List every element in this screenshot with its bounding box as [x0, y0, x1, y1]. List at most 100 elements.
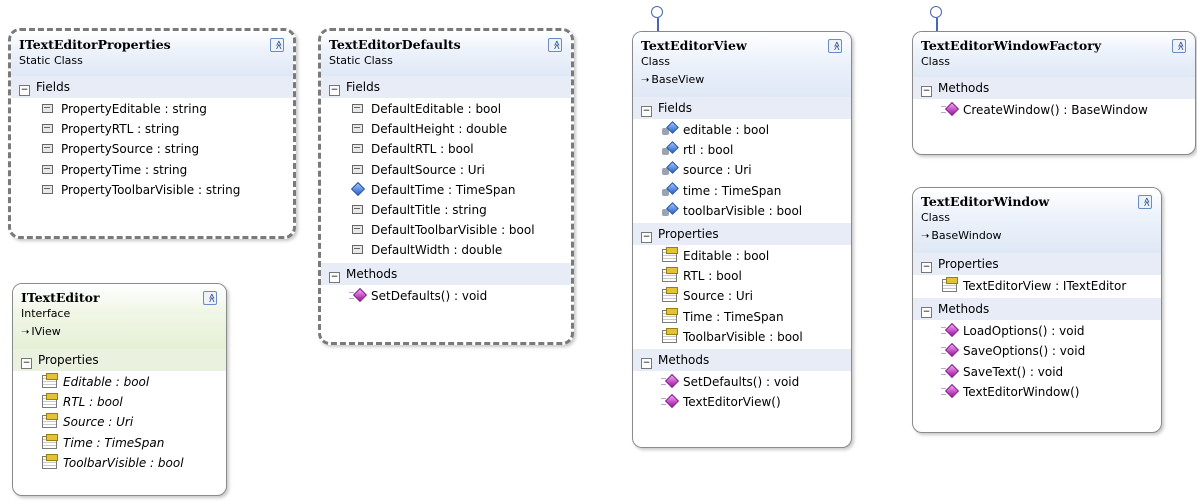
- member-item[interactable]: source : Uri: [633, 160, 851, 180]
- member-label: Editable : bool: [683, 248, 770, 263]
- member-item[interactable]: DefaultTime : TimeSpan: [321, 180, 571, 200]
- member-item[interactable]: ToolbarVisible : bool: [633, 327, 851, 347]
- member-item[interactable]: RTL : bool: [13, 392, 226, 412]
- property-icon: [41, 393, 58, 409]
- class-kind: Class: [641, 55, 670, 68]
- section-header[interactable]: − Fields: [633, 97, 851, 119]
- member-item[interactable]: DefaultToolbarVisible : bool: [321, 220, 571, 240]
- member-item[interactable]: ToolbarVisible : bool: [13, 453, 226, 473]
- collapse-minus-icon[interactable]: −: [921, 86, 932, 97]
- collapse-chevron-icon[interactable]: ≪: [1138, 195, 1152, 209]
- collapse-minus-icon[interactable]: −: [21, 358, 32, 369]
- member-item[interactable]: TextEditorWindow(): [913, 382, 1161, 402]
- private-field-icon: [661, 183, 677, 197]
- member-label: ToolbarVisible : bool: [63, 455, 184, 470]
- constant-field-icon: [39, 141, 55, 155]
- member-item[interactable]: SaveOptions() : void: [913, 341, 1161, 361]
- section-label: Fields: [346, 80, 380, 94]
- member-item[interactable]: PropertyToolbarVisible : string: [11, 180, 293, 200]
- member-item[interactable]: PropertyRTL : string: [11, 119, 293, 139]
- section-header[interactable]: − Fields: [11, 76, 293, 98]
- member-label: SetDefaults() : void: [371, 288, 488, 303]
- class-kind: Interface: [21, 307, 71, 320]
- member-item[interactable]: Time : TimeSpan: [13, 433, 226, 453]
- member-item[interactable]: PropertyEditable : string: [11, 99, 293, 119]
- member-item[interactable]: SaveText() : void: [913, 362, 1161, 382]
- member-item[interactable]: editable : bool: [633, 120, 851, 140]
- property-icon: [661, 307, 678, 323]
- base-type-label: BaseWindow: [931, 229, 1002, 242]
- member-list: TextEditorView : ITextEditor: [913, 275, 1161, 298]
- class-box-itexteditorproperties[interactable]: ITextEditorProperties Static Class ≪ − Field…: [8, 28, 296, 239]
- member-label: PropertyToolbarVisible : string: [61, 182, 241, 197]
- member-item[interactable]: DefaultRTL : bool: [321, 139, 571, 159]
- collapse-minus-icon[interactable]: −: [641, 106, 652, 117]
- member-item[interactable]: DefaultEditable : bool: [321, 99, 571, 119]
- section-header[interactable]: − Methods: [913, 298, 1161, 321]
- section-label: Methods: [346, 266, 398, 281]
- member-item[interactable]: LoadOptions() : void: [913, 321, 1161, 341]
- member-label: editable : bool: [683, 123, 770, 137]
- member-item[interactable]: PropertyTime : string: [11, 160, 293, 180]
- collapse-chevron-icon[interactable]: ≪: [828, 39, 842, 53]
- collapse-minus-icon[interactable]: −: [19, 85, 30, 96]
- member-item[interactable]: Source : Uri: [633, 286, 851, 306]
- class-box-texteditorwindowfactory[interactable]: TextEditorWindowFactory Class ≪ − Methods Cre…: [912, 31, 1196, 155]
- member-item[interactable]: Source : Uri: [13, 412, 226, 432]
- member-item[interactable]: DefaultWidth : double: [321, 240, 571, 260]
- collapse-minus-icon[interactable]: −: [329, 85, 340, 96]
- inheritance-arrow-icon: ➝: [921, 231, 930, 242]
- member-label: DefaultTime : TimeSpan: [371, 182, 516, 197]
- member-item[interactable]: DefaultSource : Uri: [321, 160, 571, 180]
- class-kind: Class: [921, 211, 950, 224]
- class-box-texteditorview[interactable]: TextEditorView Class ➝ BaseView ≪ − Fields edit…: [632, 31, 852, 448]
- section-header[interactable]: − Properties: [913, 253, 1161, 275]
- class-box-itexteditor[interactable]: ITextEditor Interface ➝ IView ≪ − Properties Ed…: [12, 283, 227, 496]
- collapse-minus-icon[interactable]: −: [641, 231, 652, 243]
- member-item[interactable]: rtl : bool: [633, 140, 851, 160]
- member-item[interactable]: time : TimeSpan: [633, 181, 851, 201]
- section-header[interactable]: − Methods: [633, 348, 851, 371]
- member-item[interactable]: Editable : bool: [633, 246, 851, 266]
- section-header[interactable]: − Methods: [321, 262, 571, 285]
- section-label: Methods: [658, 352, 710, 367]
- class-box-texteditorwindow[interactable]: TextEditorWindow Class ➝ BaseWindow ≪ − Proper…: [912, 187, 1162, 433]
- property-icon: [941, 277, 958, 292]
- collapse-minus-icon[interactable]: −: [921, 262, 932, 273]
- collapse-chevron-icon[interactable]: ≪: [1172, 39, 1186, 53]
- member-item[interactable]: DefaultHeight : double: [321, 119, 571, 139]
- constant-field-icon: [349, 141, 365, 155]
- method-icon: [941, 384, 957, 398]
- member-item[interactable]: DefaultTitle : string: [321, 200, 571, 220]
- property-icon: [41, 413, 58, 429]
- member-label: PropertySource : string: [61, 142, 200, 157]
- member-item[interactable]: SetDefaults() : void: [633, 372, 851, 392]
- member-item[interactable]: Time : TimeSpan: [633, 307, 851, 327]
- member-item[interactable]: Editable : bool: [13, 372, 226, 392]
- collapse-chevron-icon[interactable]: ≪: [270, 38, 284, 52]
- property-icon: [41, 373, 58, 388]
- collapse-minus-icon[interactable]: −: [329, 271, 340, 283]
- collapse-minus-icon[interactable]: −: [641, 357, 652, 369]
- collapse-minus-icon[interactable]: −: [921, 307, 932, 319]
- section-header[interactable]: − Fields: [321, 76, 571, 98]
- inheritance-arrow-icon: ➝: [21, 327, 30, 338]
- class-kind: Static Class: [329, 54, 393, 67]
- constant-field-icon: [349, 101, 365, 115]
- section-header[interactable]: − Properties: [633, 222, 851, 245]
- member-item[interactable]: PropertySource : string: [11, 139, 293, 159]
- section-header[interactable]: − Methods: [913, 77, 1195, 99]
- member-item[interactable]: toolbarVisible : bool: [633, 201, 851, 221]
- member-item[interactable]: TextEditorView : ITextEditor: [913, 276, 1161, 296]
- class-box-texteditordefaults[interactable]: TextEditorDefaults Static Class ≪ − Fields De…: [318, 28, 574, 345]
- member-item[interactable]: RTL : bool: [633, 266, 851, 286]
- private-field-icon: [661, 162, 677, 176]
- member-item[interactable]: SetDefaults() : void: [321, 286, 571, 306]
- collapse-chevron-icon[interactable]: ≪: [548, 38, 562, 52]
- member-item[interactable]: TextEditorView(): [633, 392, 851, 412]
- member-item[interactable]: CreateWindow() : BaseWindow: [913, 100, 1195, 120]
- collapse-chevron-icon[interactable]: ≪: [203, 291, 217, 305]
- section-header[interactable]: − Properties: [13, 349, 226, 371]
- private-field-icon: [661, 142, 677, 156]
- member-label: LoadOptions() : void: [963, 324, 1085, 339]
